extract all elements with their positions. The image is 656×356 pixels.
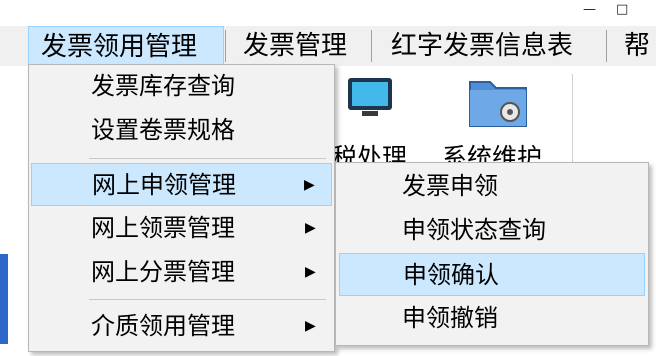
menu-separator	[225, 30, 226, 62]
menu-item-online-distribute[interactable]: 网上分票管理 ▶	[29, 251, 334, 294]
menu-separator	[371, 30, 372, 62]
menu-invoice-manage[interactable]: 发票管理	[243, 26, 347, 66]
submenu-arrow-icon: ▶	[304, 177, 315, 193]
submenu-item-confirm[interactable]: 申领确认	[339, 253, 645, 296]
menu-item-label: 设置卷票规格	[91, 116, 235, 144]
menu-item-label: 发票库存查询	[91, 72, 235, 100]
toolbar-divider	[572, 74, 573, 168]
menu-item-label: 网上分票管理	[91, 258, 235, 286]
menu-item-online-collect[interactable]: 网上领票管理 ▶	[29, 207, 334, 250]
submenu-item-status-query[interactable]: 申领状态查询	[336, 209, 648, 252]
title-bar: — □	[0, 0, 656, 26]
folder-gear-icon	[466, 72, 530, 130]
submenu: 发票申领 申领状态查询 申领确认 申领撤销	[335, 162, 649, 346]
menu-separator	[89, 299, 326, 300]
menu-item-stock-query[interactable]: 发票库存查询	[29, 65, 334, 108]
menu-invoice-receive[interactable]: 发票领用管理	[28, 26, 224, 66]
monitor-icon	[346, 76, 394, 120]
system-maintenance-tool[interactable]: 系统维护	[434, 66, 574, 176]
submenu-item-revoke[interactable]: 申领撤销	[336, 297, 648, 340]
menu-item-medium-receive[interactable]: 介质领用管理 ▶	[29, 305, 334, 348]
maximize-button[interactable]: □	[616, 2, 628, 18]
submenu-arrow-icon: ▶	[305, 264, 316, 280]
menu-red-invoice[interactable]: 红字发票信息表	[391, 26, 573, 66]
menu-bar: 发票领用管理 发票管理 红字发票信息表 帮	[0, 26, 656, 66]
submenu-arrow-icon: ▶	[305, 318, 316, 334]
minimize-button[interactable]: —	[583, 2, 596, 18]
submenu-item-label: 申领撤销	[402, 304, 498, 332]
submenu-item-label: 发票申领	[402, 172, 498, 200]
left-panel-edge	[0, 176, 26, 356]
menu-item-label: 网上领票管理	[91, 214, 235, 242]
menu-item-label: 网上申领管理	[92, 171, 236, 199]
blue-strip	[0, 254, 8, 344]
submenu-arrow-icon: ▶	[305, 220, 316, 236]
menu-help[interactable]: 帮	[624, 26, 650, 66]
dropdown-menu: 发票库存查询 设置卷票规格 网上申领管理 ▶ 网上领票管理 ▶ 网上分票管理 ▶…	[28, 64, 335, 352]
submenu-item-label: 申领状态查询	[402, 216, 546, 244]
menu-separator	[606, 30, 607, 62]
menu-item-online-apply[interactable]: 网上申领管理 ▶	[31, 163, 332, 206]
submenu-item-apply[interactable]: 发票申领	[336, 165, 648, 208]
menu-item-label: 介质领用管理	[91, 312, 235, 340]
submenu-item-label: 申领确认	[403, 261, 499, 289]
menu-separator	[89, 158, 326, 159]
menu-item-roll-spec[interactable]: 设置卷票规格	[29, 109, 334, 152]
